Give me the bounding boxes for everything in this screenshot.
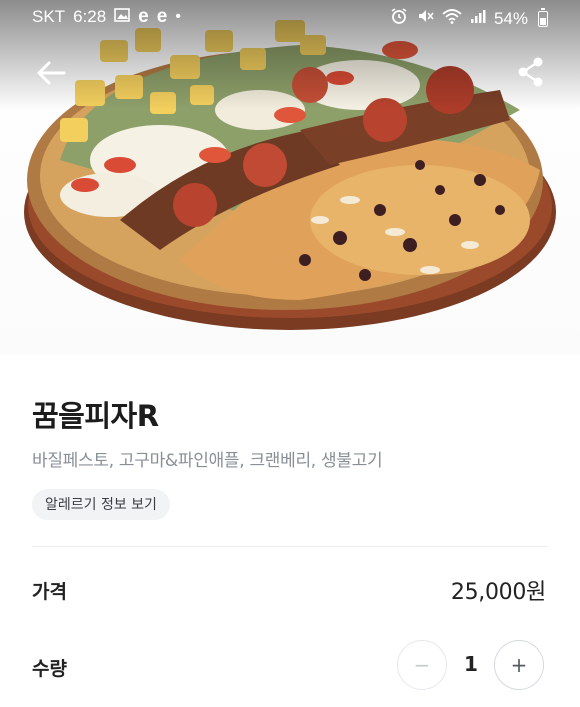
clock: 6:28 <box>73 7 107 26</box>
share-icon <box>518 57 543 87</box>
back-button[interactable] <box>34 58 68 88</box>
quantity-label: 수량 <box>32 658 67 680</box>
battery-icon <box>538 7 548 27</box>
e-app-icon: e <box>156 6 168 27</box>
pizza-illustration <box>24 20 556 330</box>
dot-icon: • <box>175 8 181 25</box>
section-divider <box>32 546 548 547</box>
quantity-value: 1 <box>464 652 478 676</box>
signal-icon <box>470 8 486 29</box>
quantity-increase-button[interactable]: + <box>494 640 544 690</box>
status-bar-left: SKT 6:28 e e • <box>32 7 181 27</box>
status-bar-right: 54% <box>390 7 548 30</box>
allergy-info-button[interactable]: 알레르기 정보 보기 <box>32 489 170 520</box>
price-value: 25,000원 <box>450 580 546 605</box>
arrow-left-icon <box>37 61 66 85</box>
image-icon <box>114 7 130 27</box>
wifi-icon <box>442 8 462 29</box>
status-bar: SKT 6:28 e e • 54% <box>0 0 580 34</box>
product-title: 꿈을피자R <box>32 399 159 433</box>
product-description: 바질페스토, 고구마&파인애플, 크랜베리, 생불고기 <box>32 451 383 471</box>
pizza-photo <box>0 0 580 355</box>
plus-icon: + <box>510 653 528 677</box>
product-detail-screen: SKT 6:28 e e • 54% 꿈을피자R 바질페스토, 고구마&파인애플… <box>0 0 580 707</box>
price-label: 가격 <box>32 581 67 603</box>
carrier-label: SKT <box>32 7 66 26</box>
alarm-icon <box>390 7 408 30</box>
share-button[interactable] <box>516 56 546 88</box>
battery-percent: 54% <box>493 8 528 28</box>
quantity-decrease-button[interactable]: − <box>397 640 447 690</box>
minus-icon: − <box>413 653 431 677</box>
mute-icon <box>416 7 434 30</box>
e-app-icon: e <box>138 6 149 27</box>
